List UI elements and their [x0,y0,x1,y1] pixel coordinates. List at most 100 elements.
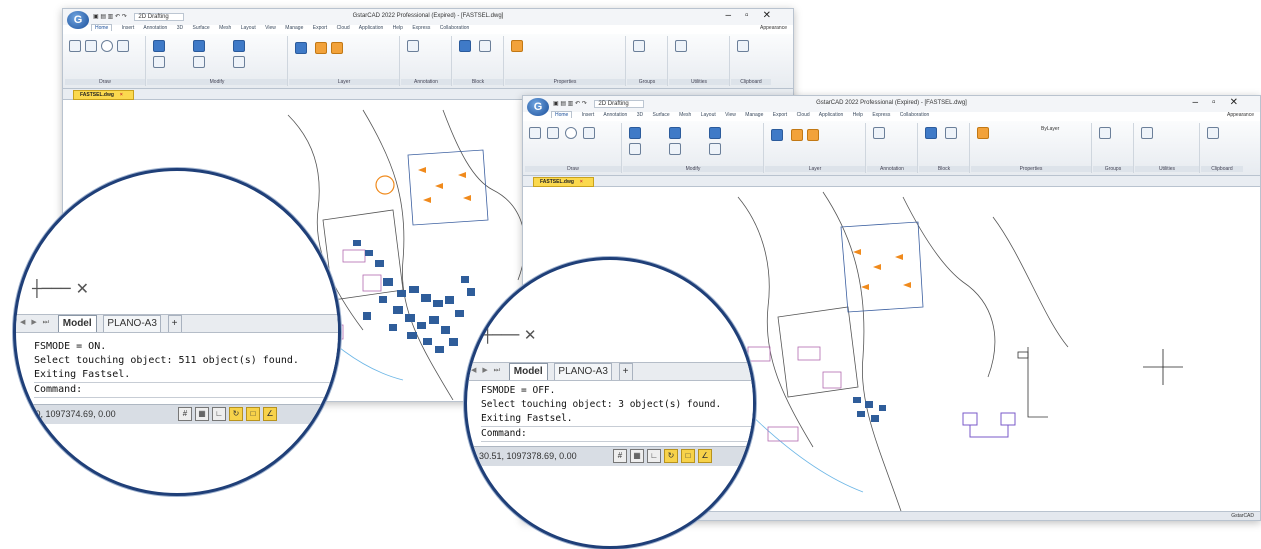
polar-icon[interactable]: ↻ [664,449,678,463]
tab-plano-a3[interactable]: PLANO-A3 [554,363,612,380]
tab-express[interactable]: Express [412,25,430,31]
qr-code-icon[interactable] [945,127,957,139]
tab-help[interactable]: Help [393,25,403,31]
snap-icon[interactable]: ▦ [630,449,644,463]
tab-add[interactable]: + [167,315,182,332]
layer-freeze-icon[interactable] [331,42,343,54]
explode-icon[interactable] [669,127,681,139]
tab-application[interactable]: Application [819,112,843,118]
tab-layout[interactable]: Layout [701,112,716,118]
ribbon-tabs[interactable]: Home Insert Annotation 3D Surface Mesh L… [91,24,477,34]
tab-mesh[interactable]: Mesh [679,112,691,118]
tab-cloud[interactable]: Cloud [337,25,350,31]
explode-icon[interactable] [193,40,205,52]
tab-view[interactable]: View [725,112,736,118]
paste-icon[interactable] [737,40,749,52]
mirror-icon[interactable] [709,127,721,139]
ortho-icon[interactable]: ∟ [212,407,226,421]
status-toggles[interactable]: # ▦ ∟ ↻ □ ∠ [613,449,715,463]
close-icon[interactable]: × [580,179,583,185]
tab-view[interactable]: View [265,25,276,31]
copy-icon[interactable] [233,56,245,68]
layer-freeze-icon[interactable] [807,129,819,141]
quick-access-icons[interactable]: ▣ ▤ ▥ ↶ ↷ [553,101,587,107]
tab-3d[interactable]: 3D [637,112,643,118]
quick-access-icons[interactable]: ▣ ▤ ▥ ↶ ↷ [93,14,127,20]
snap-icon[interactable]: ▦ [195,407,209,421]
layer-state-icon[interactable] [791,129,803,141]
layer-properties-icon[interactable] [771,129,783,141]
arc-icon[interactable] [583,127,595,139]
ribbon-tabs[interactable]: Home Insert Annotation 3D Surface Mesh L… [551,111,937,121]
tab-scroll-arrows[interactable]: ◀ ▶ ⏭ [20,315,51,331]
text-icon[interactable] [407,40,419,52]
insert-block-icon[interactable] [925,127,937,139]
move-icon[interactable] [629,127,641,139]
osnap-icon[interactable]: □ [681,449,695,463]
tab-help[interactable]: Help [853,112,863,118]
circle-icon[interactable] [565,127,577,139]
file-tab[interactable]: FASTSEL.dwg × [533,177,594,187]
appearance-menu[interactable]: Appearance [760,25,787,31]
circle-icon[interactable] [101,40,113,52]
line-icon[interactable] [69,40,81,52]
tab-home[interactable]: Home [91,24,113,31]
osnap-icon[interactable]: □ [246,407,260,421]
group-icon[interactable] [633,40,645,52]
tab-3d[interactable]: 3D [177,25,183,31]
tab-surface[interactable]: Surface [652,112,669,118]
tab-plano-a3[interactable]: PLANO-A3 [103,315,161,332]
polyline-icon[interactable] [547,127,559,139]
window-controls[interactable]: –▫✕ [726,10,786,21]
mirror-icon[interactable] [233,40,245,52]
line-icon[interactable] [529,127,541,139]
tab-annotation[interactable]: Annotation [143,25,167,31]
text-icon[interactable] [873,127,885,139]
appearance-menu[interactable]: Appearance [1227,112,1254,118]
tab-export[interactable]: Export [773,112,787,118]
bylayer-select[interactable]: ByLayer [1041,126,1059,132]
arc-icon[interactable] [117,40,129,52]
tab-layout[interactable]: Layout [241,25,256,31]
status-toggles[interactable]: # ▦ ∟ ↻ □ ∠ [178,407,280,421]
command-prompt[interactable]: Command: [34,382,338,398]
tab-insert[interactable]: Insert [582,112,595,118]
measure-icon[interactable] [675,40,687,52]
tab-home[interactable]: Home [551,111,573,118]
layer-properties-icon[interactable] [295,42,307,54]
copy-icon[interactable] [709,143,721,155]
tab-surface[interactable]: Surface [192,25,209,31]
paste-icon[interactable] [1207,127,1219,139]
otrack-icon[interactable]: ∠ [263,407,277,421]
window-controls[interactable]: –▫✕ [1193,97,1253,108]
match-properties-icon[interactable] [511,40,523,52]
ortho-icon[interactable]: ∟ [647,449,661,463]
grid-icon[interactable]: # [613,449,627,463]
group-icon[interactable] [1099,127,1111,139]
measure-icon[interactable] [1141,127,1153,139]
tab-express[interactable]: Express [872,112,890,118]
stretch-icon[interactable] [193,56,205,68]
tab-insert[interactable]: Insert [122,25,135,31]
tab-model[interactable]: Model [508,363,548,380]
match-properties-icon[interactable] [977,127,989,139]
app-menu-button[interactable]: G [527,98,549,116]
close-icon[interactable]: × [120,92,123,98]
tab-scroll-arrows[interactable]: ◀ ▶ ⏭ [471,363,502,379]
tab-export[interactable]: Export [313,25,327,31]
grid-icon[interactable]: # [178,407,192,421]
insert-block-icon[interactable] [459,40,471,52]
tab-collaboration[interactable]: Collaboration [440,25,469,31]
workspace-select[interactable]: 2D Drafting [134,13,184,21]
quick-access-toolbar[interactable]: ▣ ▤ ▥ ↶ ↷ 2D Drafting [553,100,644,108]
move-icon[interactable] [153,40,165,52]
tab-model[interactable]: Model [57,315,97,332]
tab-manage[interactable]: Manage [745,112,763,118]
stretch-icon[interactable] [669,143,681,155]
tab-add[interactable]: + [618,363,633,380]
polyline-icon[interactable] [85,40,97,52]
qr-code-icon[interactable] [479,40,491,52]
workspace-select[interactable]: 2D Drafting [594,100,644,108]
tab-manage[interactable]: Manage [285,25,303,31]
tab-annotation[interactable]: Annotation [603,112,627,118]
